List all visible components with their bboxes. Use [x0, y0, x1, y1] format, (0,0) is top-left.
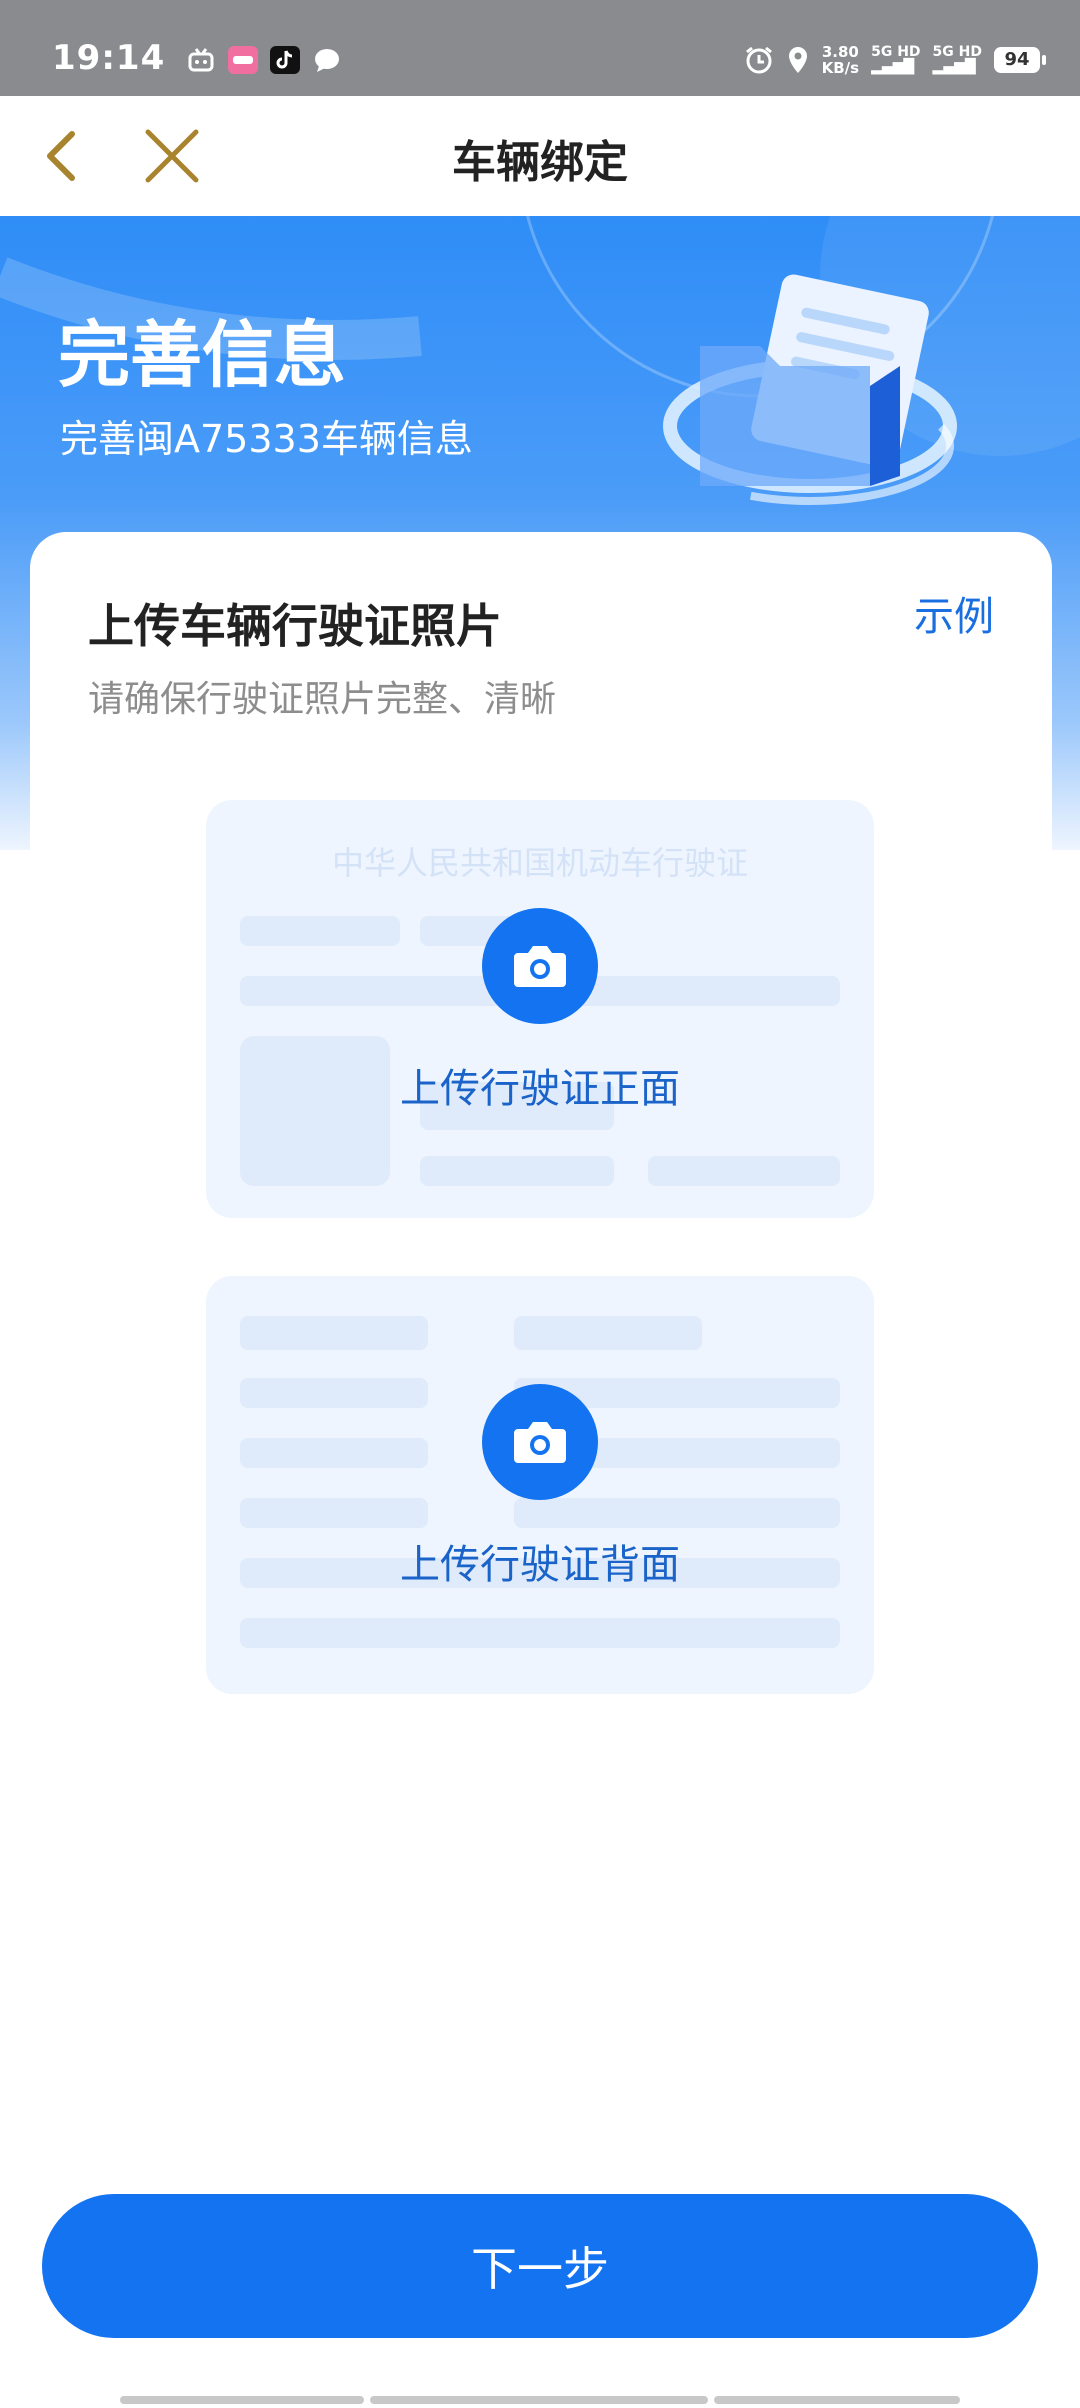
message-icon	[312, 46, 342, 74]
gesture-bar-left	[120, 2396, 364, 2404]
placeholder-bar	[514, 1316, 702, 1350]
system-indicators: 3.80 KB/s 5G HD ▂▄▆█ 5G HD ▂▄▆█ 94	[744, 43, 1046, 77]
camera-icon	[482, 908, 598, 1024]
status-bar: 19:14 3.80 KB/s 5G HD ▂▄▆█ 5G HD ▂▄▆█ 94	[0, 0, 1080, 96]
battery-indicator: 94	[994, 47, 1046, 73]
signal-bars-icon: ▂▄▆█	[932, 59, 976, 75]
placeholder-bar	[514, 1498, 840, 1528]
bilibili-icon	[186, 46, 216, 74]
alarm-icon	[745, 46, 772, 74]
placeholder-bar	[240, 1378, 428, 1408]
license-watermark: 中华人民共和国机动车行驶证	[331, 844, 748, 882]
camera-icon	[482, 1384, 598, 1500]
card-title: 上传车辆行驶证照片	[88, 599, 502, 653]
location-icon	[788, 47, 807, 73]
placeholder-bar	[648, 1156, 840, 1186]
upload-front-label: 上传行驶证正面	[400, 1066, 680, 1112]
upload-card: 上传车辆行驶证照片 示例 请确保行驶证照片完整、清晰 中华人民共和国机动车行驶证…	[30, 532, 1052, 2132]
hero-title: 完善信息	[58, 313, 347, 397]
gesture-bar-right	[714, 2396, 960, 2404]
next-step-button[interactable]: 下一步	[42, 2194, 1038, 2338]
notification-icons	[186, 46, 342, 74]
upload-front-button[interactable]: 中华人民共和国机动车行驶证 上传行驶证正面	[206, 800, 874, 1218]
card-description: 请确保行驶证照片完整、清晰	[88, 679, 557, 720]
gesture-bar-center	[370, 2396, 708, 2404]
hero-subtitle: 完善闽A75333车辆信息	[60, 417, 473, 461]
placeholder-bar	[240, 1438, 428, 1468]
nav-bar: 车辆绑定	[0, 96, 1080, 216]
signal-bars-icon: ▂▄▆█	[871, 59, 915, 75]
upload-back-button[interactable]: 上传行驶证背面	[206, 1276, 874, 1694]
placeholder-bar	[240, 916, 400, 946]
example-link[interactable]: 示例	[914, 584, 994, 642]
app-icon	[228, 46, 258, 74]
sim1-signal: 5G HD ▂▄▆█	[871, 44, 921, 75]
placeholder-bar	[240, 1316, 428, 1350]
placeholder-bar	[420, 1156, 614, 1186]
sim2-signal: 5G HD ▂▄▆█	[932, 44, 982, 75]
placeholder-bar	[240, 1618, 840, 1648]
page-title: 车辆绑定	[452, 137, 628, 188]
folder-document-icon	[663, 274, 957, 505]
net-speed: 3.80 KB/s	[821, 43, 860, 77]
upload-back-label: 上传行驶证背面	[400, 1542, 680, 1588]
tiktok-icon	[270, 46, 300, 74]
status-time: 19:14	[52, 38, 166, 78]
placeholder-bar	[240, 1498, 428, 1528]
